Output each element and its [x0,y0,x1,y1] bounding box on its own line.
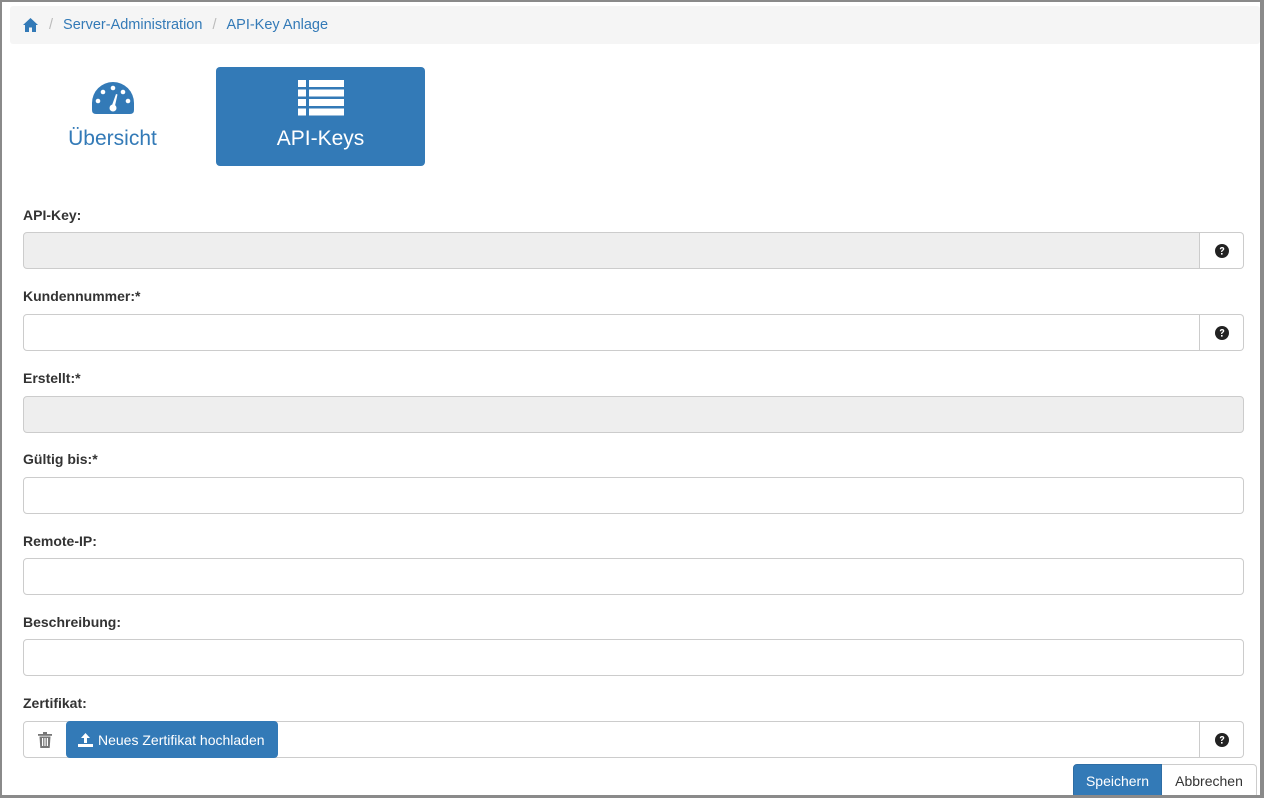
description-input[interactable] [23,639,1244,676]
valid-until-label: Gültig bis:* [23,451,98,467]
created-input[interactable] [23,396,1244,433]
breadcrumb-separator: / [212,17,217,33]
cancel-button[interactable]: Abbrechen [1162,764,1257,795]
breadcrumb-api-key-anlage[interactable]: API-Key Anlage [226,17,328,33]
question-circle-icon[interactable] [1200,721,1244,758]
description-label: Beschreibung: [23,614,122,630]
valid-until-input[interactable] [23,477,1244,514]
certificate-box: Neues Zertifikat hochladen [23,721,1200,758]
description-group [23,639,1244,676]
breadcrumb-server-administration[interactable]: Server-Administration [63,17,202,33]
tile-overview-label: Übersicht [68,127,157,150]
remote-ip-label: Remote-IP: [23,533,97,549]
certificate-label: Zertifikat: [23,695,87,711]
remote-ip-input[interactable] [23,558,1244,595]
list-icon [216,80,425,116]
save-button[interactable]: Speichern [1073,764,1162,795]
question-circle-icon[interactable] [1200,232,1244,269]
question-circle-icon[interactable] [1200,314,1244,351]
upload-icon [78,732,93,747]
created-group [23,396,1244,433]
trash-icon[interactable] [24,722,66,757]
upload-certificate-label: Neues Zertifikat hochladen [98,731,265,748]
window-frame: / Server-Administration / API-Key Anlage… [0,0,1264,798]
upload-certificate-button[interactable]: Neues Zertifikat hochladen [66,721,278,758]
breadcrumb-separator: / [49,17,54,33]
certificate-group: Neues Zertifikat hochladen [23,721,1244,758]
api-key-input[interactable] [23,232,1200,269]
tile-api-keys-label: API-Keys [276,127,365,150]
created-label: Erstellt:* [23,370,81,386]
customer-number-label: Kundennummer:* [23,288,141,304]
valid-until-group [23,477,1244,514]
api-key-label: API-Key: [23,207,82,223]
customer-number-input[interactable] [23,314,1200,351]
tile-api-keys[interactable]: API-Keys [216,67,425,166]
dashboard-gauge-icon [8,80,217,118]
home-icon[interactable] [22,17,39,33]
api-key-group [23,232,1244,269]
customer-number-group [23,314,1244,351]
breadcrumb: / Server-Administration / API-Key Anlage [10,6,1260,44]
remote-ip-group [23,558,1244,595]
tile-overview[interactable]: Übersicht [8,67,217,166]
